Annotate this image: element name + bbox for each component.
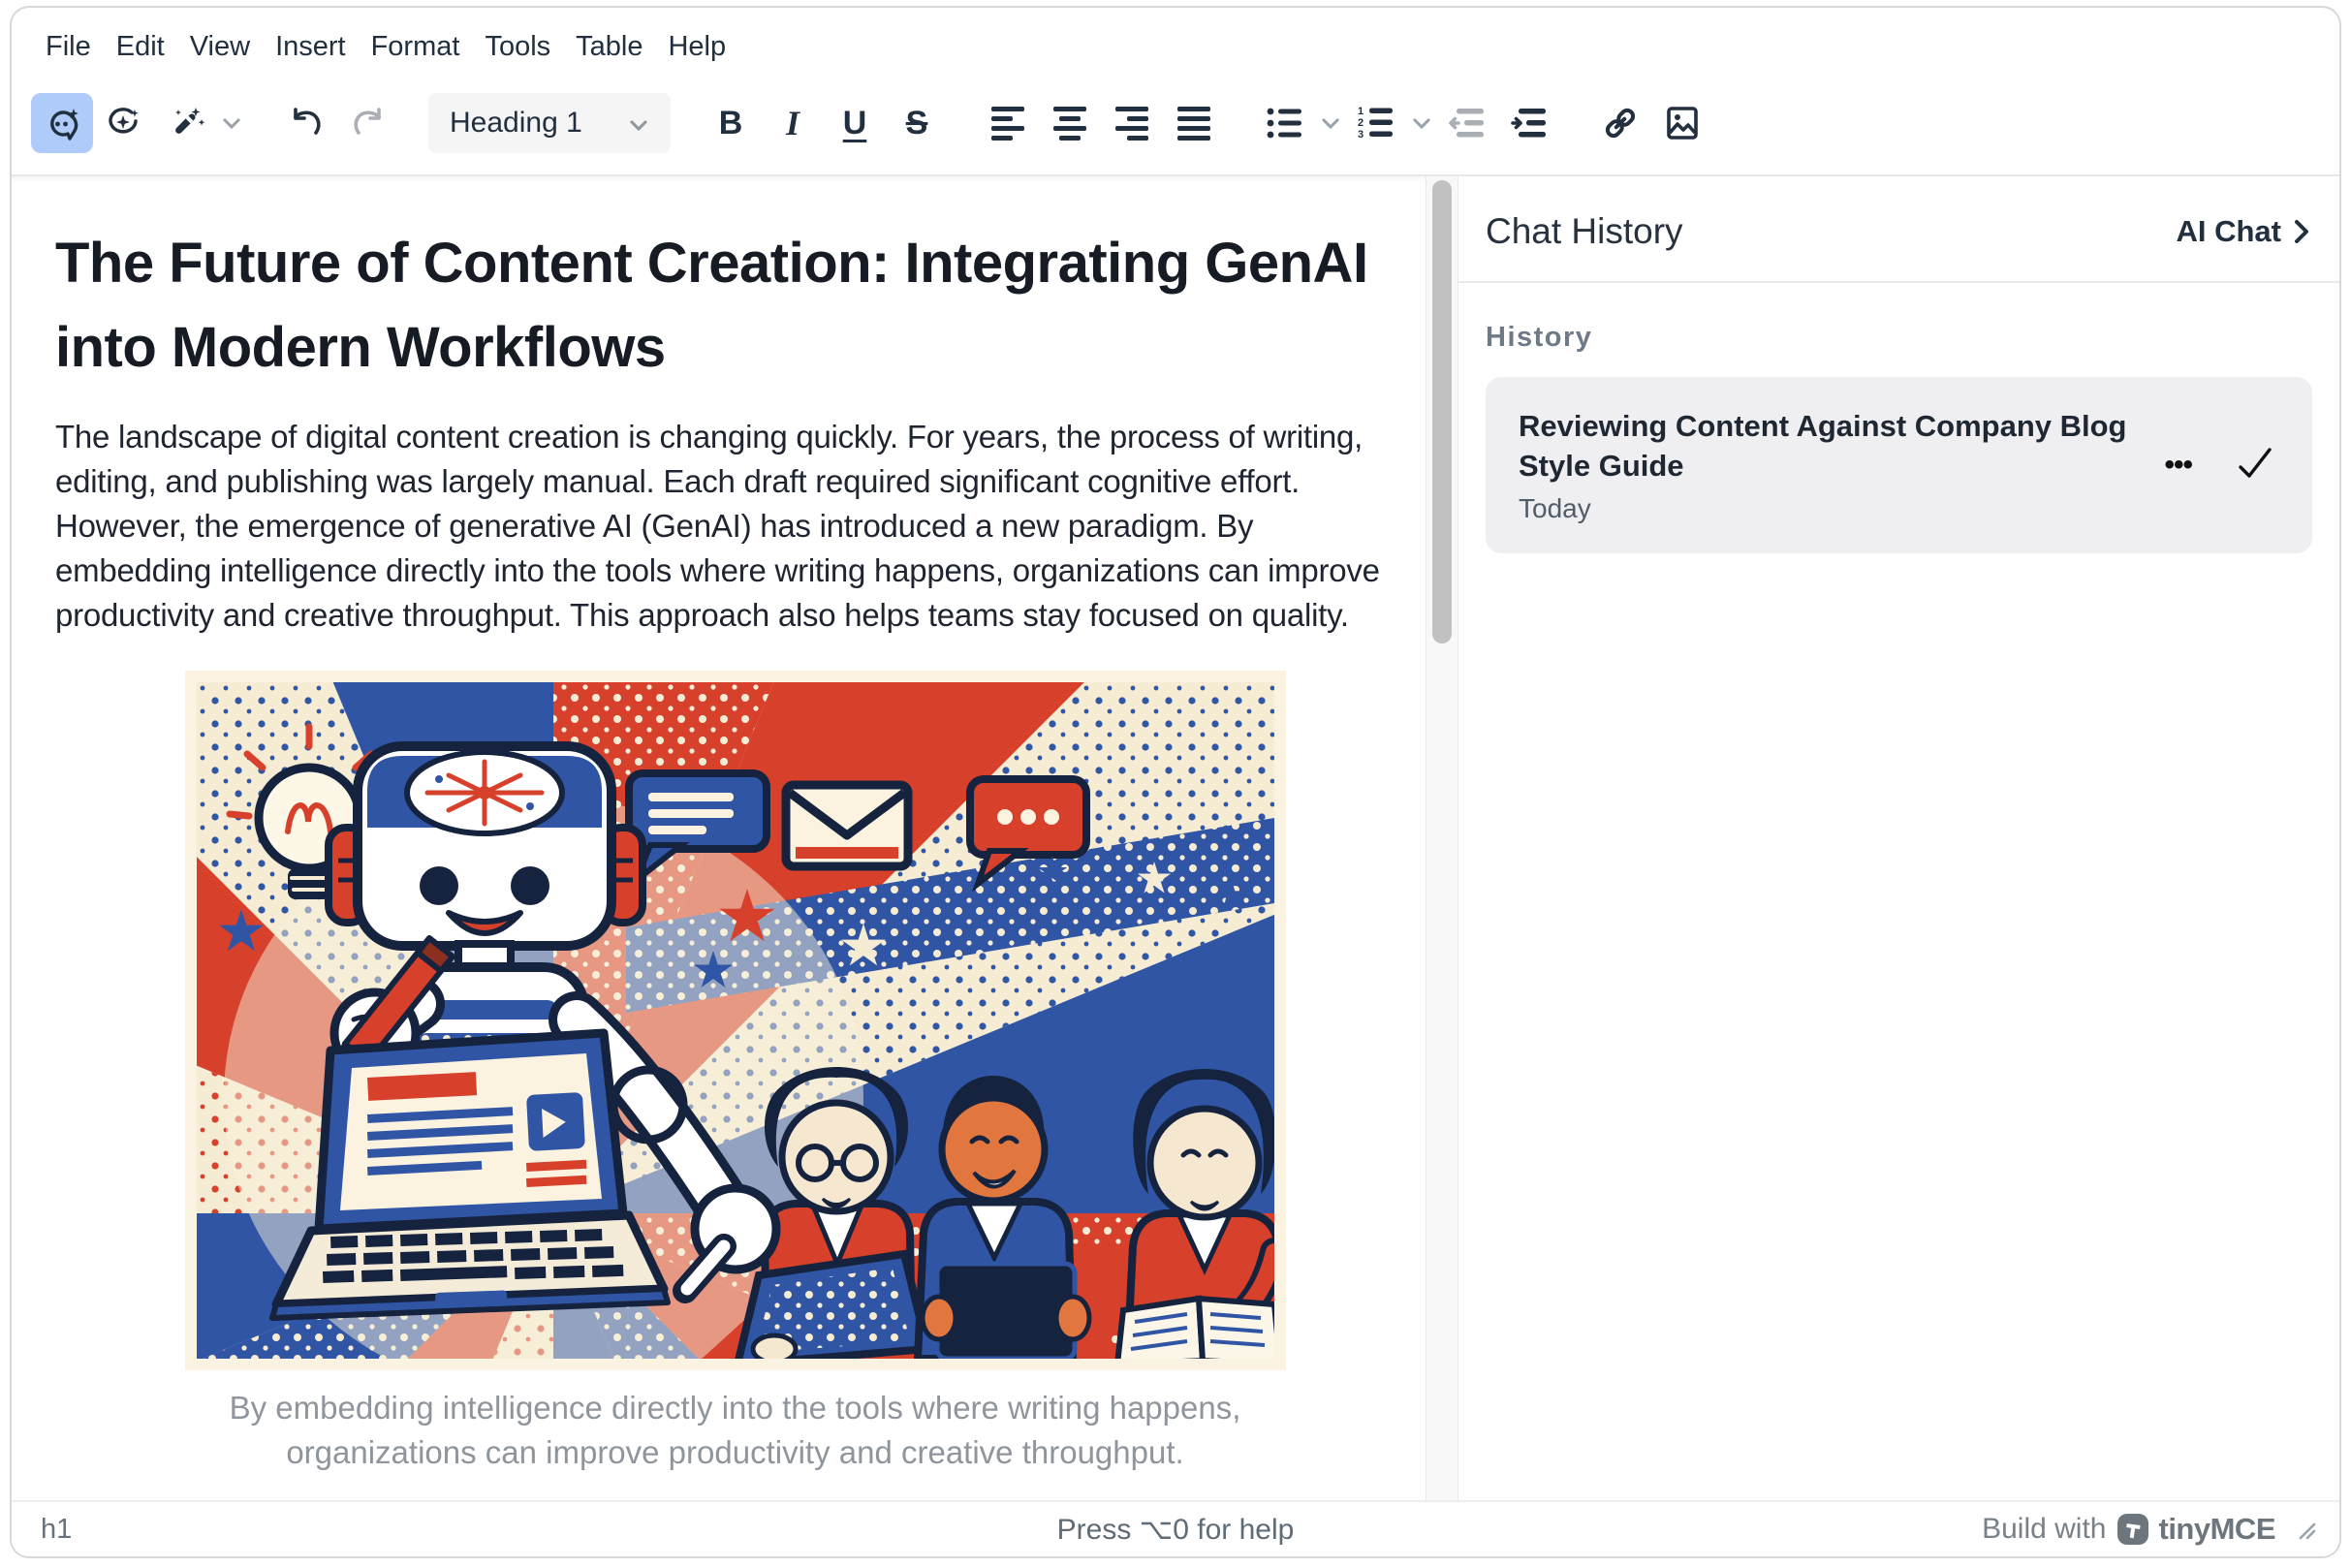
bullet-list-icon [1267,107,1303,140]
document-illustration[interactable]: By embedding intelligence directly into … [185,671,1286,1475]
numbered-list-button[interactable]: 1 2 3 [1345,93,1407,153]
indent-icon [1511,107,1548,140]
ai-tools-dropdown-chevron[interactable] [217,93,246,153]
editor-pane: The Future of Content Creation: Integrat… [12,176,1458,1500]
numbered-list-dropdown-chevron[interactable] [1407,93,1436,153]
align-left-icon [991,107,1024,141]
magic-wand-icon [167,104,205,142]
align-center-icon [1053,107,1086,141]
tinymce-logo-icon [2116,1513,2149,1546]
check-icon[interactable] [2235,446,2273,486]
link-button[interactable] [1589,93,1651,153]
justify-button[interactable] [1163,93,1225,153]
resize-grip-icon[interactable] [2295,1519,2316,1540]
tinymce-editor-window: File Edit View Insert Format Tools Table… [10,6,2341,1558]
bullet-list-dropdown-chevron[interactable] [1316,93,1345,153]
bold-button[interactable]: B [700,93,762,153]
menu-help[interactable]: Help [655,25,738,69]
image-icon [1663,104,1702,142]
strikethrough-button[interactable]: S [886,93,948,153]
justify-icon [1177,107,1210,141]
outdent-button[interactable] [1436,93,1498,153]
indent-button[interactable] [1498,93,1560,153]
chat-history-sidebar: Chat History AI Chat History Reviewing C… [1458,176,2339,1500]
svg-text:1: 1 [1358,106,1364,117]
format-select-value: Heading 1 [450,107,582,140]
main-area: The Future of Content Creation: Integrat… [12,174,2339,1500]
tinymce-brand-link[interactable]: tinyMCE [2159,1512,2276,1547]
image-caption: By embedding intelligence directly into … [185,1386,1286,1475]
ai-chat-bubble-icon [43,104,81,142]
chevron-right-icon [2293,218,2310,245]
element-path[interactable]: h1 [41,1514,72,1546]
statusbar: h1 Press ⌥0 for help Build with tinyMCE [12,1500,2339,1556]
sidebar-title: Chat History [1486,211,1683,252]
history-item-menu-button[interactable]: ••• [2164,449,2192,482]
format-select[interactable]: Heading 1 [428,93,671,153]
bullet-list-button[interactable] [1254,93,1316,153]
strikethrough-icon: S [906,105,928,142]
numbered-list-icon: 1 2 3 [1358,106,1395,141]
ai-chat-link[interactable]: AI Chat [2177,214,2311,249]
redo-button[interactable] [337,93,399,153]
underline-icon: U [843,105,867,142]
scrollbar-thumb[interactable] [1432,180,1452,643]
align-left-button[interactable] [977,93,1039,153]
menu-insert[interactable]: Insert [263,25,359,69]
sidebar-header: Chat History AI Chat [1458,176,2339,281]
svg-text:2: 2 [1358,117,1364,129]
history-item-title: Reviewing Content Against Company Blog S… [1519,406,2139,486]
ai-chat-button[interactable] [31,93,93,153]
menu-format[interactable]: Format [359,25,473,69]
editable-content[interactable]: The Future of Content Creation: Integrat… [12,176,1458,1500]
menu-tools[interactable]: Tools [472,25,563,69]
chevron-down-icon [628,107,649,140]
italic-icon: I [786,103,799,143]
menu-view[interactable]: View [177,25,263,69]
ai-shortcuts-button[interactable] [93,93,155,153]
document-paragraph: The landscape of digital content creatio… [55,415,1415,638]
toolbar: Heading 1 B I U S [12,72,2339,174]
history-item-date: Today [1519,493,2139,524]
underline-button[interactable]: U [824,93,886,153]
image-button[interactable] [1651,93,1713,153]
menu-edit[interactable]: Edit [104,25,177,69]
link-icon [1601,104,1640,142]
svg-text:3: 3 [1358,129,1364,141]
align-center-button[interactable] [1039,93,1101,153]
editor-scrollbar[interactable] [1426,176,1458,1500]
ai-chat-link-label: AI Chat [2177,214,2282,249]
undo-button[interactable] [275,93,337,153]
menu-table[interactable]: Table [563,25,655,69]
align-right-icon [1115,107,1148,141]
align-right-button[interactable] [1101,93,1163,153]
ai-shortcuts-icon [105,104,143,142]
bold-icon: B [719,105,743,142]
history-section-label: History [1458,283,2339,377]
menu-file[interactable]: File [33,25,104,69]
history-item[interactable]: Reviewing Content Against Company Blog S… [1486,377,2312,553]
document-heading: The Future of Content Creation: Integrat… [55,221,1415,390]
outdent-icon [1449,107,1486,140]
ai-tools-button[interactable] [155,93,217,153]
brand-prefix-text: Build with [1982,1513,2106,1546]
menubar: File Edit View Insert Format Tools Table… [12,8,2339,72]
redo-icon [349,104,388,142]
undo-icon [287,104,326,142]
italic-button[interactable]: I [762,93,824,153]
